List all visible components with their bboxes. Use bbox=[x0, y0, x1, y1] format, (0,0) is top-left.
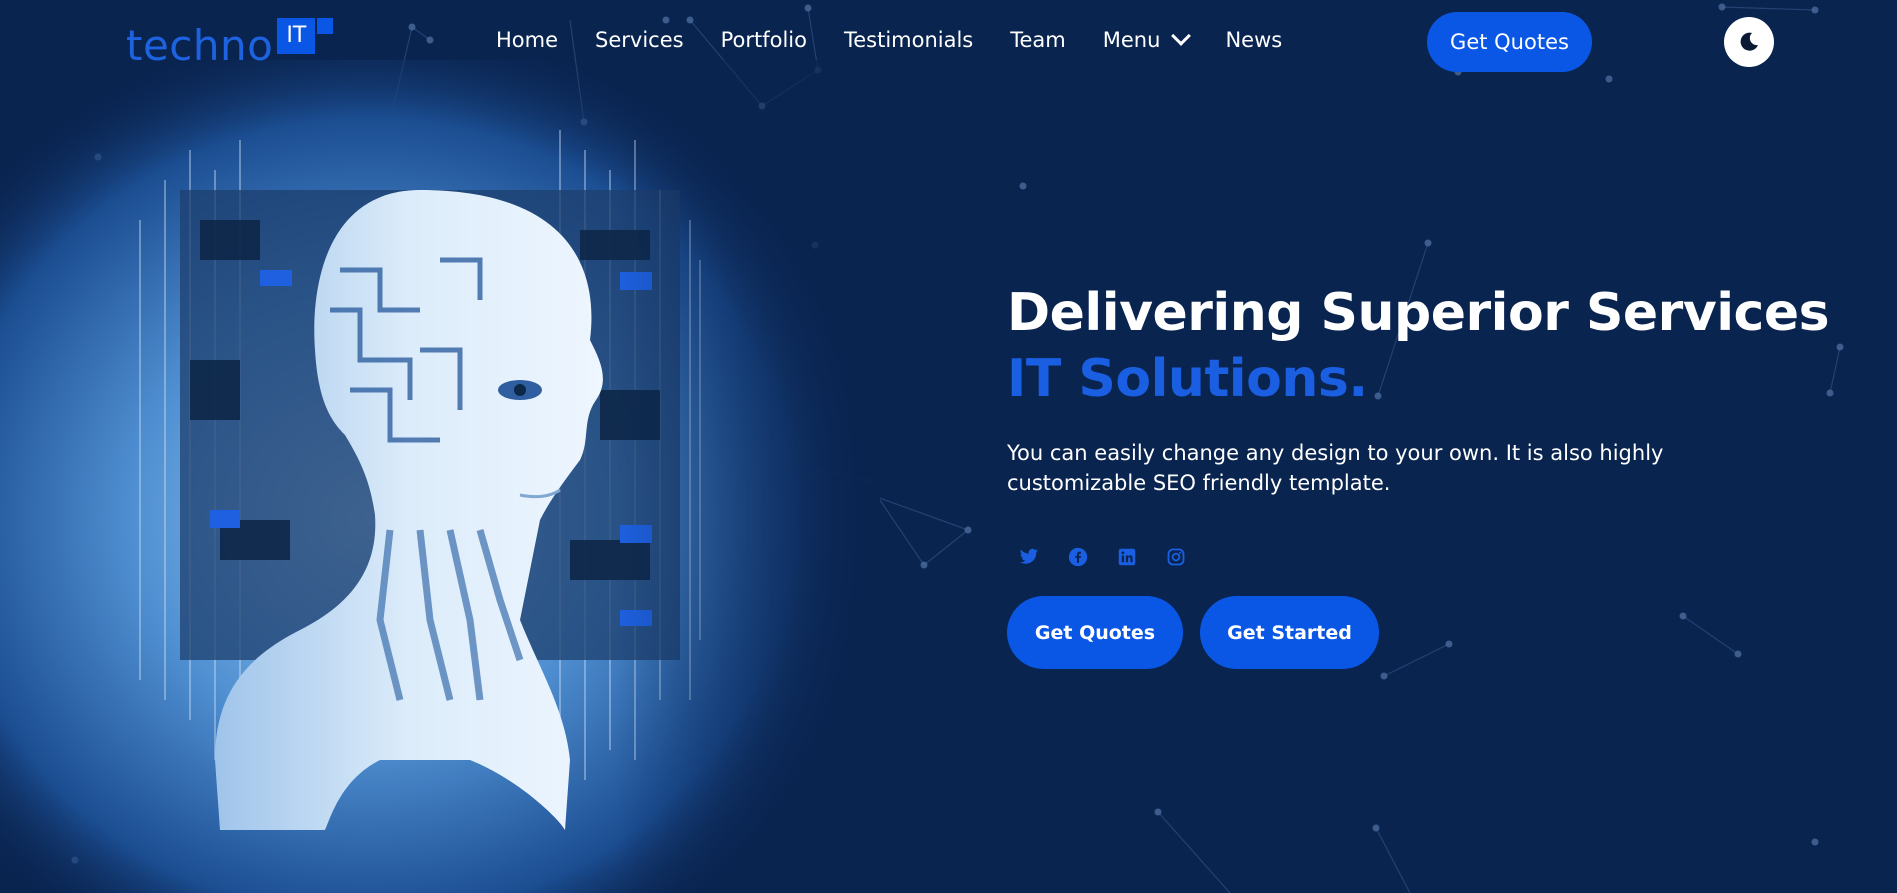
logo-text: techno bbox=[126, 21, 274, 70]
linkedin-icon[interactable] bbox=[1116, 546, 1138, 568]
hero-get-started-button[interactable]: Get Started bbox=[1200, 596, 1379, 669]
instagram-icon[interactable] bbox=[1165, 546, 1187, 568]
nav-item-menu-label: Menu bbox=[1102, 28, 1161, 52]
chevron-down-icon bbox=[1171, 26, 1192, 46]
social-links bbox=[1018, 546, 1214, 568]
header-get-quotes-button[interactable]: Get Quotes bbox=[1427, 12, 1592, 72]
hero-get-quotes-button[interactable]: Get Quotes bbox=[1007, 596, 1183, 669]
nav-item-home[interactable]: Home bbox=[496, 28, 558, 52]
hero-description: You can easily change any design to your… bbox=[1007, 441, 1664, 495]
main-navigation: Home Services Portfolio Testimonials Tea… bbox=[496, 26, 1319, 52]
hero-title: Delivering Superior Services bbox=[1007, 283, 1830, 343]
facebook-icon[interactable] bbox=[1067, 546, 1089, 568]
nav-item-news[interactable]: News bbox=[1225, 28, 1282, 52]
logo-square-accent bbox=[317, 18, 334, 34]
nav-item-menu[interactable]: Menu bbox=[1102, 26, 1192, 52]
brand-logo[interactable]: techno IT bbox=[126, 18, 334, 70]
hero-ai-robot-image bbox=[0, 60, 880, 893]
nav-item-services[interactable]: Services bbox=[595, 28, 684, 52]
nav-item-portfolio[interactable]: Portfolio bbox=[721, 28, 807, 52]
nav-item-team[interactable]: Team bbox=[1010, 28, 1066, 52]
hero-title-accent: IT Solutions. bbox=[1007, 349, 1368, 409]
theme-toggle-button[interactable] bbox=[1724, 17, 1774, 67]
moon-icon bbox=[1740, 32, 1758, 51]
logo-badge: IT bbox=[277, 18, 316, 54]
twitter-icon[interactable] bbox=[1018, 546, 1040, 568]
nav-item-testimonials[interactable]: Testimonials bbox=[844, 28, 973, 52]
